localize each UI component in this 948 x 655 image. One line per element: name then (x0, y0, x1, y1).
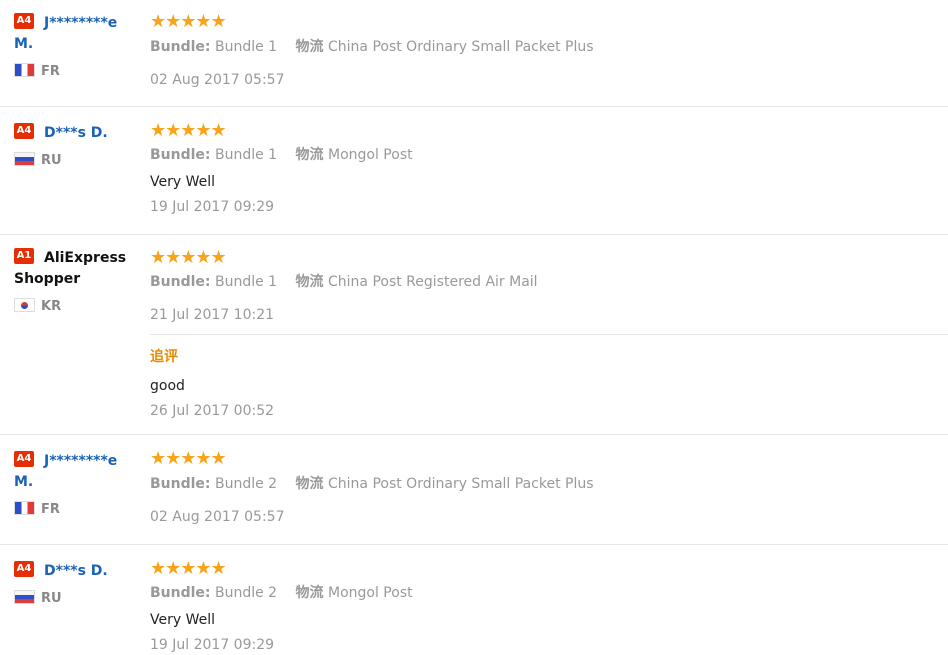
review-content: ★★★★★ Bundle: Bundle 2 物流 China Post Ord… (150, 449, 948, 527)
review-date: 19 Jul 2017 09:29 (150, 199, 275, 215)
reviewer-name-text[interactable]: J********e (44, 15, 117, 31)
reviewer-name: A1 AliExpress Shopper (14, 248, 138, 290)
shipping-value: Mongol Post (328, 585, 413, 601)
shipping-label: 物流 (295, 39, 324, 55)
shipping-label: 物流 (295, 274, 324, 290)
shipping-info: 物流 China Post Ordinary Small Packet Plus (296, 476, 594, 492)
review-item: A4 J********e M. FR ★★★★★ Bundle: Bundle … (0, 0, 948, 107)
bundle-value: Bundle 1 (214, 39, 278, 55)
reviewer-info: A4 D***s D. RU (14, 561, 138, 608)
reviewer-name-text[interactable]: M. (14, 474, 33, 490)
shipping-info: 物流 Mongol Post (296, 585, 413, 601)
reviewer-info: A4 D***s D. RU (14, 123, 138, 170)
buyer-level-badge: A4 (14, 13, 34, 29)
review-comment: Very Well (150, 612, 216, 628)
reviewer-country: RU (14, 152, 138, 170)
reviewer-name[interactable]: A4 D***s D. (14, 123, 138, 144)
bundle-label: Bundle: (150, 39, 211, 55)
france-flag-icon (14, 501, 35, 515)
reviewer-name-text: AliExpress (44, 250, 127, 266)
shipping-info: 物流 China Post Registered Air Mail (296, 274, 538, 290)
star-rating: ★★★★★ (150, 120, 227, 141)
order-info: Bundle: Bundle 2 物流 Mongol Post (150, 583, 948, 603)
shipping-info: 物流 China Post Ordinary Small Packet Plus (296, 39, 594, 55)
reviewer-name[interactable]: A4 J********e M. (14, 13, 138, 55)
reviewer-name-text[interactable]: D***s D. (44, 563, 108, 579)
reviewer-info: A1 AliExpress Shopper KR (14, 248, 138, 316)
order-info: Bundle: Bundle 1 物流 China Post Registere… (150, 272, 948, 292)
order-info: Bundle: Bundle 1 物流 Mongol Post (150, 145, 948, 165)
review-date: 21 Jul 2017 10:21 (150, 307, 275, 323)
buyer-level-badge: A1 (14, 248, 34, 264)
russia-flag-icon (14, 590, 35, 604)
bundle-label: Bundle: (150, 585, 211, 601)
bundle-value: Bundle 2 (214, 476, 278, 492)
bundle-label: Bundle: (150, 476, 211, 492)
additional-feedback-label: 追评 (150, 349, 178, 365)
reviewer-name-text[interactable]: D***s D. (44, 125, 108, 141)
reviewer-info: A4 J********e M. FR (14, 13, 138, 81)
shipping-label: 物流 (295, 476, 324, 492)
review-date: 02 Aug 2017 05:57 (150, 509, 285, 525)
korea-flag-icon (14, 298, 35, 312)
shipping-value: China Post Ordinary Small Packet Plus (328, 476, 594, 492)
review-list: A4 J********e M. FR ★★★★★ Bundle: Bundle … (0, 0, 948, 655)
reviewer-name[interactable]: A4 D***s D. (14, 561, 138, 582)
reviewer-name-text[interactable]: M. (14, 36, 33, 52)
review-item: A4 D***s D. RU ★★★★★ Bundle: Bundle 1 物流 … (0, 107, 948, 235)
star-rating: ★★★★★ (150, 448, 227, 469)
shipping-label: 物流 (295, 585, 324, 601)
review-item: A4 J********e M. FR ★★★★★ Bundle: Bundle … (0, 435, 948, 545)
reviewer-country: RU (14, 590, 138, 608)
reviewer-info: A4 J********e M. FR (14, 451, 138, 519)
bundle-value: Bundle 1 (214, 147, 278, 163)
review-content: ★★★★★ Bundle: Bundle 2 物流 Mongol Post Ve… (150, 559, 948, 655)
reviewer-name-text[interactable]: J********e (44, 453, 117, 469)
reviewer-name-text: Shopper (14, 271, 81, 287)
review-comment: Very Well (150, 174, 216, 190)
review-content: ★★★★★ Bundle: Bundle 1 物流 China Post Reg… (150, 248, 948, 421)
shipping-info: 物流 Mongol Post (296, 147, 413, 163)
review-item: A4 D***s D. RU ★★★★★ Bundle: Bundle 2 物流 … (0, 545, 948, 655)
buyer-level-badge: A4 (14, 451, 34, 467)
additional-feedback-date: 26 Jul 2017 00:52 (150, 403, 275, 419)
order-info: Bundle: Bundle 2 物流 China Post Ordinary … (150, 474, 948, 494)
star-rating: ★★★★★ (150, 11, 227, 32)
bundle-label: Bundle: (150, 147, 211, 163)
bundle-value: Bundle 1 (214, 274, 278, 290)
shipping-value: China Post Registered Air Mail (328, 274, 538, 290)
shipping-value: Mongol Post (328, 147, 413, 163)
bundle-label: Bundle: (150, 274, 211, 290)
review-content: ★★★★★ Bundle: Bundle 1 物流 Mongol Post Ve… (150, 121, 948, 217)
additional-feedback-comment: good (150, 378, 185, 394)
reviewer-name[interactable]: A4 J********e M. (14, 451, 138, 493)
star-rating: ★★★★★ (150, 247, 227, 268)
reviewer-country: FR (14, 63, 138, 81)
reviewer-country: FR (14, 501, 138, 519)
review-content: ★★★★★ Bundle: Bundle 1 物流 China Post Ord… (150, 12, 948, 90)
review-item: A1 AliExpress Shopper KR ★★★★★ Bundle: Bu… (0, 235, 948, 435)
review-date: 02 Aug 2017 05:57 (150, 72, 285, 88)
russia-flag-icon (14, 152, 35, 166)
bundle-value: Bundle 2 (214, 585, 278, 601)
shipping-value: China Post Ordinary Small Packet Plus (328, 39, 594, 55)
review-date: 19 Jul 2017 09:29 (150, 637, 275, 653)
additional-feedback: 追评 good 26 Jul 2017 00:52 (150, 334, 948, 421)
buyer-level-badge: A4 (14, 123, 34, 139)
shipping-label: 物流 (295, 147, 324, 163)
order-info: Bundle: Bundle 1 物流 China Post Ordinary … (150, 37, 948, 57)
buyer-level-badge: A4 (14, 561, 34, 577)
france-flag-icon (14, 63, 35, 77)
reviewer-country: KR (14, 298, 138, 316)
star-rating: ★★★★★ (150, 558, 227, 579)
